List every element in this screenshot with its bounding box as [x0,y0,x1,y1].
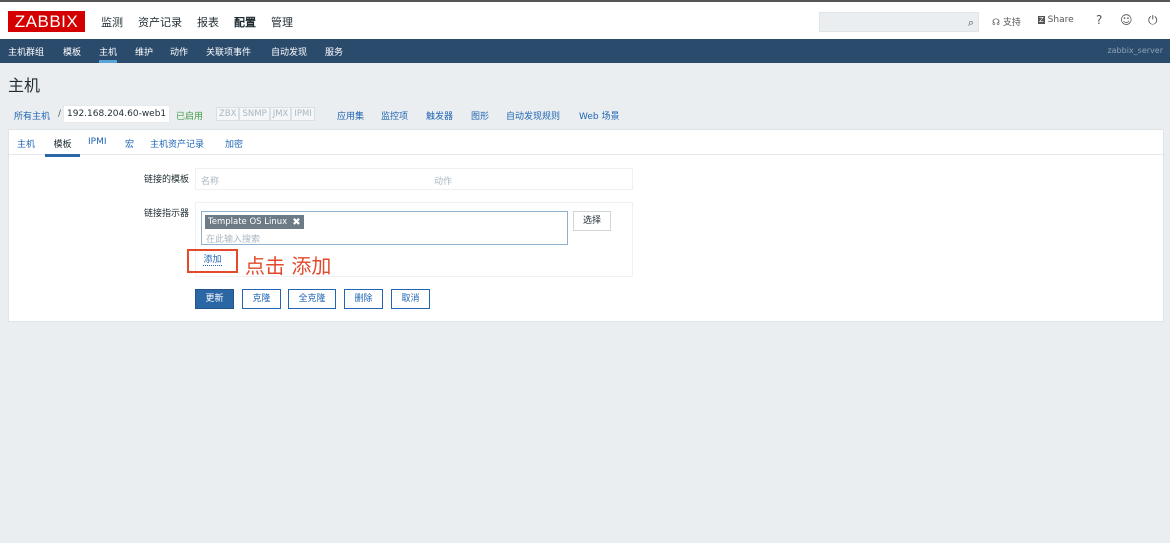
host-status[interactable]: 已启用 [176,109,203,122]
update-button[interactable]: 更新 [195,289,234,309]
zabbix-logo[interactable]: ZABBIX [8,11,85,32]
linked-templates-label: 链接的模板 [143,175,189,185]
availability-indicators: ZBX SNMP JMX IPMI [216,107,315,121]
template-search-input[interactable]: 在此输入搜索 [206,232,260,245]
submenu-event-correlation[interactable]: 关联项事件 [206,45,251,58]
page-title: 主机 [8,76,41,95]
main-menu-configuration[interactable]: 配置 [234,14,256,30]
headset-icon: ☊ [992,18,1000,28]
column-action-header: 动作 [434,177,453,187]
remove-chip-icon[interactable]: ✖ [292,217,300,228]
linked-templates-table: 名称 动作 [195,168,633,190]
column-name-header: 名称 [201,177,220,187]
main-menu-reports[interactable]: 报表 [197,14,219,30]
availability-snmp: SNMP [239,107,270,121]
submenu-hosts[interactable]: 主机 [99,45,118,63]
tab-templates[interactable]: 模板 [45,137,80,157]
top-bar: ZABBIX 监测 资产记录 报表 配置 管理 ⌕ ☊ 支持 Z Share ?… [0,0,1170,39]
template-multiselect[interactable]: Template OS Linux ✖ 在此输入搜索 [201,211,568,245]
submenu-discovery[interactable]: 自动发现 [271,45,307,58]
cancel-button[interactable]: 取消 [391,289,430,309]
availability-zbx: ZBX [216,107,240,121]
submenu-templates[interactable]: 模板 [63,45,81,58]
availability-jmx: JMX [269,107,292,121]
submenu-services[interactable]: 服务 [325,45,343,58]
annotation-click-add: 点击 添加 [245,254,332,278]
selected-template-chip: Template OS Linux ✖ [205,215,304,229]
tab-host[interactable]: 主机 [17,137,35,150]
add-template-link[interactable]: 添加 [203,255,222,266]
sign-out-icon[interactable]: ⏻ [1148,13,1158,28]
link-new-templates-box: Template OS Linux ✖ 在此输入搜索 选择 添加 点击 添加 [187,202,633,278]
availability-ipmi: IPMI [291,107,315,121]
delete-button[interactable]: 删除 [344,289,383,309]
select-template-button[interactable]: 选择 [573,211,611,231]
full-clone-button[interactable]: 全克隆 [288,289,336,309]
tab-inventory[interactable]: 主机资产记录 [150,137,204,150]
tab-macros[interactable]: 宏 [125,137,134,150]
breadcrumb-discovery-rules[interactable]: 自动发现规则 [506,109,560,122]
share-icon: Z [1038,16,1045,24]
breadcrumb-applications[interactable]: 应用集 [337,109,364,122]
selected-template-name: Template OS Linux [208,217,288,227]
clone-button[interactable]: 克隆 [242,289,281,309]
breadcrumb-triggers[interactable]: 触发器 [426,109,453,122]
tab-encryption[interactable]: 加密 [225,137,243,150]
host-form-panel: 主机 模板 IPMI 宏 主机资产记录 加密 链接的模板 名称 动作 链接指示器… [8,129,1164,322]
breadcrumb-host[interactable]: 192.168.204.60-web1 [63,105,171,123]
search-icon[interactable]: ⌕ [968,16,974,30]
link-indicator-label: 链接指示器 [143,209,189,219]
host-tabs: 主机 模板 IPMI 宏 主机资产记录 加密 [9,130,1163,157]
submenu-host-groups[interactable]: 主机群组 [8,45,44,58]
submenu-maintenance[interactable]: 维护 [135,45,153,58]
user-profile-icon[interactable]: ☺ [1120,13,1133,27]
breadcrumb-separator: / [58,109,62,119]
main-menu-administration[interactable]: 管理 [271,14,293,30]
support-link[interactable]: ☊ 支持 [992,15,1021,28]
breadcrumb-web-scenarios[interactable]: Web 场景 [579,109,619,122]
breadcrumb-all-hosts[interactable]: 所有主机 [14,109,50,122]
global-search-input[interactable]: ⌕ [819,12,979,32]
submenu-actions[interactable]: 动作 [170,45,188,58]
sub-menu: 主机群组 模板 主机 维护 动作 关联项事件 自动发现 服务 zabbix_se… [0,39,1170,63]
main-menu: 监测 资产记录 报表 配置 管理 [101,14,308,30]
breadcrumb-items[interactable]: 监控项 [381,109,408,122]
help-icon[interactable]: ? [1096,13,1102,27]
breadcrumb: 所有主机 / 192.168.204.60-web1 已启用 ZBX SNMP … [8,104,638,124]
add-template-highlight: 添加 [187,249,238,273]
main-menu-inventory[interactable]: 资产记录 [138,14,182,30]
main-menu-monitoring[interactable]: 监测 [101,14,123,30]
share-link[interactable]: Z Share [1038,15,1074,25]
server-name: zabbix_server [1107,46,1163,55]
breadcrumb-graphs[interactable]: 图形 [471,109,489,122]
tab-ipmi[interactable]: IPMI [88,137,107,147]
